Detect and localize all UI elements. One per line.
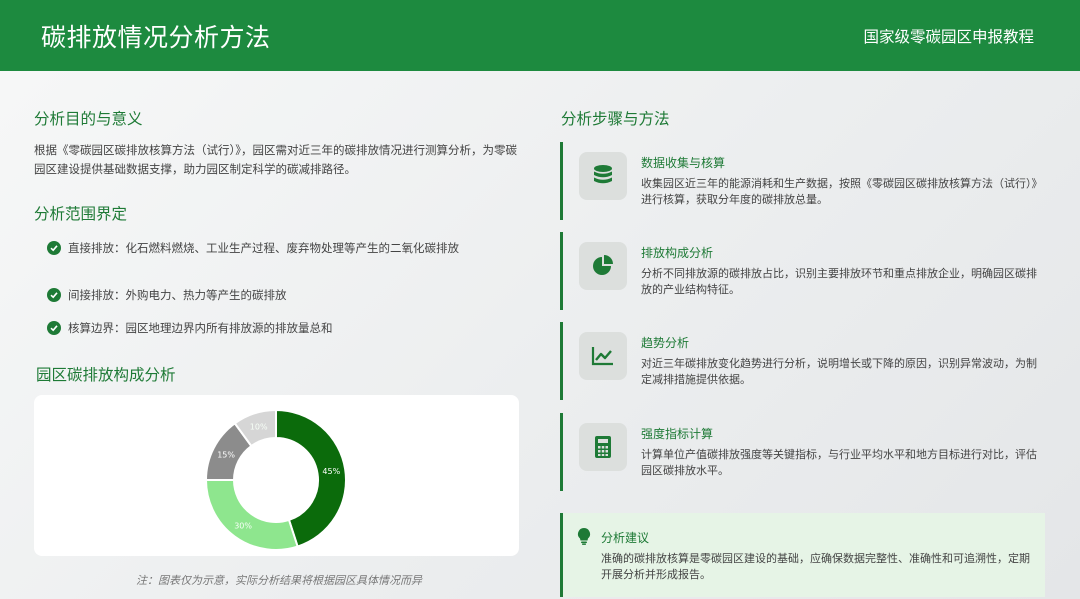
page-title: 碳排放情况分析方法 bbox=[41, 22, 271, 52]
line-chart-icon bbox=[579, 332, 627, 380]
page-subtitle: 国家级零碳园区申报教程 bbox=[863, 27, 1034, 46]
scope-item-indirect: 间接排放：外购电力、热力等产生的碳排放 bbox=[47, 286, 517, 304]
scope-item-text: 间接排放：外购电力、热力等产生的碳排放 bbox=[68, 288, 287, 302]
donut-label-3: 10% bbox=[250, 423, 268, 432]
advice-title: 分析建议 bbox=[601, 531, 650, 545]
donut-label-0: 45% bbox=[322, 467, 340, 476]
chart-note: 注：图表仅为示意，实际分析结果将根据园区具体情况而异 bbox=[136, 574, 422, 587]
step-intensity-calculation: 强度指标计算 计算单位产值碳排放强度等关键指标，与行业平均水平和地方目标进行对比… bbox=[560, 413, 1045, 491]
calculator-icon bbox=[579, 423, 627, 471]
header-bar: 碳排放情况分析方法 国家级零碳园区申报教程 bbox=[0, 0, 1080, 71]
scope-item-direct: 直接排放：化石燃料燃烧、工业生产过程、废弃物处理等产生的二氧化碳排放 bbox=[47, 239, 517, 257]
step-desc: 收集园区近三年的能源消耗和生产数据，按照《零碳园区碳排放核算方法（试行）》进行核… bbox=[641, 177, 1037, 206]
donut-slice-1 bbox=[204, 479, 299, 551]
step-desc: 分析不同排放源的碳排放占比，识别主要排放环节和重点排放企业，明确园区碳排放的产业… bbox=[641, 267, 1037, 296]
step-desc: 计算单位产值碳排放强度等关键指标，与行业平均水平和地方目标进行对比，评估园区碳排… bbox=[641, 448, 1037, 477]
lightbulb-icon bbox=[577, 527, 591, 549]
step-title: 强度指标计算 bbox=[641, 427, 714, 441]
advice-box: 分析建议 准确的碳排放核算是零碳园区建设的基础，应确保数据完整性、准确性和可追溯… bbox=[560, 513, 1045, 597]
step-trend-analysis: 趋势分析 对近三年碳排放变化趋势进行分析，说明增长或下降的原因，识别异常波动，为… bbox=[560, 322, 1045, 400]
purpose-title: 分析目的与意义 bbox=[34, 110, 143, 128]
step-composition-analysis: 排放构成分析 分析不同排放源的碳排放占比，识别主要排放环节和重点排放企业，明确园… bbox=[560, 232, 1045, 310]
check-circle-icon bbox=[47, 288, 61, 302]
check-circle-icon bbox=[47, 241, 61, 255]
scope-item-text: 直接排放：化石燃料燃烧、工业生产过程、废弃物处理等产生的二氧化碳排放 bbox=[68, 241, 459, 255]
pie-chart-icon bbox=[579, 242, 627, 290]
check-circle-icon bbox=[47, 321, 61, 335]
steps-title: 分析步骤与方法 bbox=[561, 110, 670, 128]
scope-title: 分析范围界定 bbox=[34, 205, 128, 223]
donut-chart: 45% 30% 15% 10% bbox=[204, 408, 347, 551]
step-desc: 对近三年碳排放变化趋势进行分析，说明增长或下降的原因，识别异常波动，为制定减排措… bbox=[641, 357, 1037, 386]
step-title: 排放构成分析 bbox=[641, 246, 714, 260]
step-title: 趋势分析 bbox=[641, 336, 690, 350]
purpose-text: 根据《零碳园区碳排放核算方法（试行）》，园区需对近三年的碳排放情况进行测算分析，… bbox=[34, 143, 517, 176]
step-title: 数据收集与核算 bbox=[641, 156, 726, 170]
step-data-collection: 数据收集与核算 收集园区近三年的能源消耗和生产数据，按照《零碳园区碳排放核算方法… bbox=[560, 142, 1045, 220]
scope-item-text: 核算边界：园区地理边界内所有排放源的排放量总和 bbox=[68, 321, 333, 335]
donut-label-1: 30% bbox=[234, 521, 252, 530]
database-icon bbox=[579, 152, 627, 200]
chart-card: 45% 30% 15% 10% bbox=[34, 395, 519, 556]
donut-label-2: 15% bbox=[217, 451, 235, 460]
advice-text: 准确的碳排放核算是零碳园区建设的基础，应确保数据完整性、准确性和可追溯性，定期开… bbox=[601, 552, 1030, 581]
composition-title: 园区碳排放构成分析 bbox=[36, 366, 176, 384]
scope-item-boundary: 核算边界：园区地理边界内所有排放源的排放量总和 bbox=[47, 319, 517, 337]
